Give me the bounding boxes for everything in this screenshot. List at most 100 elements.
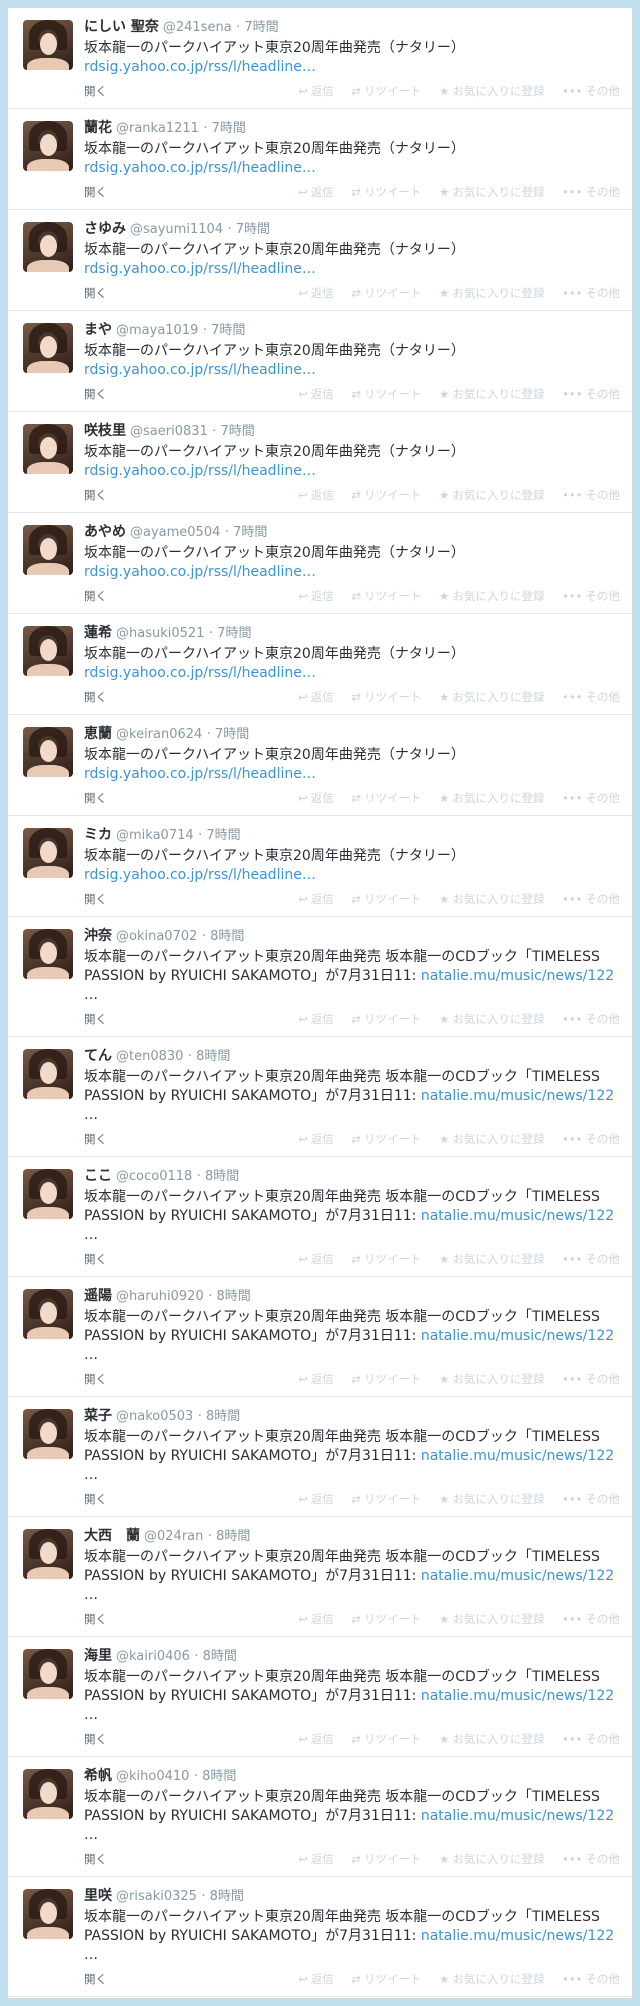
retweet-button[interactable]: ⇄ リツイート: [351, 1132, 421, 1146]
more-button[interactable]: ••• その他: [562, 1972, 620, 1986]
open-link[interactable]: 開く: [84, 1971, 107, 1987]
user-name[interactable]: 咲枝里: [84, 423, 126, 439]
tweet-time[interactable]: · 7時間: [203, 323, 246, 338]
user-name[interactable]: 恵蘭: [84, 726, 112, 742]
tweet-time[interactable]: · 7時間: [209, 626, 252, 641]
more-button[interactable]: ••• その他: [562, 589, 620, 603]
open-link[interactable]: 開く: [84, 184, 107, 200]
avatar[interactable]: [23, 626, 73, 676]
retweet-button[interactable]: ⇄ リツイート: [351, 1012, 421, 1026]
tweet-time[interactable]: · 7時間: [198, 828, 241, 843]
favorite-button[interactable]: ★ お気に入りに登録: [439, 387, 544, 401]
user-name[interactable]: ここ: [84, 1168, 112, 1184]
open-link[interactable]: 開く: [84, 285, 107, 301]
tweet-item[interactable]: ここ @coco0118 · 8時間 坂本龍一のパークハイアット東京20周年曲発売…: [8, 1157, 632, 1277]
tweet-item[interactable]: 沖奈 @okina0702 · 8時間 坂本龍一のパークハイアット東京20周年曲発…: [8, 917, 632, 1037]
avatar[interactable]: [23, 1889, 73, 1939]
open-link[interactable]: 開く: [84, 1251, 107, 1267]
retweet-button[interactable]: ⇄ リツイート: [351, 185, 421, 199]
tweet-item[interactable]: 海里 @kairi0406 · 8時間 坂本龍一のパークハイアット東京20周年曲発…: [8, 1637, 632, 1757]
reply-button[interactable]: ↩ 返信: [298, 1252, 334, 1266]
tweet-item[interactable]: 里咲 @risaki0325 · 8時間 坂本龍一のパークハイアット東京20周年曲…: [8, 1877, 632, 1997]
open-link[interactable]: 開く: [84, 1851, 107, 1867]
user-name[interactable]: 菜子: [84, 1408, 112, 1424]
favorite-button[interactable]: ★ お気に入りに登録: [439, 1252, 544, 1266]
tweet-item[interactable]: まや @maya1019 · 7時間 坂本龍一のパークハイアット東京20周年曲発売…: [8, 311, 632, 412]
reply-button[interactable]: ↩ 返信: [298, 589, 334, 603]
favorite-button[interactable]: ★ お気に入りに登録: [439, 589, 544, 603]
user-handle[interactable]: @saeri0831: [130, 424, 208, 439]
avatar[interactable]: [23, 1769, 73, 1819]
retweet-button[interactable]: ⇄ リツイート: [351, 488, 421, 502]
avatar[interactable]: [23, 20, 73, 70]
favorite-button[interactable]: ★ お気に入りに登録: [439, 690, 544, 704]
favorite-button[interactable]: ★ お気に入りに登録: [439, 791, 544, 805]
tweet-item[interactable]: さゆみ @sayumi1104 · 7時間 坂本龍一のパークハイアット東京20周年…: [8, 210, 632, 311]
reply-button[interactable]: ↩ 返信: [298, 1372, 334, 1386]
user-name[interactable]: てん: [84, 1048, 112, 1064]
open-link[interactable]: 開く: [84, 1011, 107, 1027]
tweet-link[interactable]: rdsig.yahoo.co.jp/rss/l/headline…: [84, 261, 316, 277]
user-name[interactable]: 蘭花: [84, 120, 112, 136]
tweet-time[interactable]: · 7時間: [212, 424, 255, 439]
avatar[interactable]: [23, 1649, 73, 1699]
retweet-button[interactable]: ⇄ リツイート: [351, 791, 421, 805]
user-handle[interactable]: @ranka1211: [116, 121, 199, 136]
reply-button[interactable]: ↩ 返信: [298, 488, 334, 502]
user-handle[interactable]: @kairi0406: [116, 1649, 190, 1664]
avatar[interactable]: [23, 1289, 73, 1339]
tweet-time[interactable]: · 8時間: [198, 1409, 241, 1424]
user-name[interactable]: 希帆: [84, 1768, 112, 1784]
tweet-link[interactable]: natalie.mu/music/news/122: [421, 968, 614, 984]
more-button[interactable]: ••• その他: [562, 84, 620, 98]
user-handle[interactable]: @keiran0624: [116, 727, 202, 742]
tweet-item[interactable]: 菜子 @nako0503 · 8時間 坂本龍一のパークハイアット東京20周年曲発売…: [8, 1397, 632, 1517]
favorite-button[interactable]: ★ お気に入りに登録: [439, 1132, 544, 1146]
retweet-button[interactable]: ⇄ リツイート: [351, 84, 421, 98]
user-handle[interactable]: @risaki0325: [116, 1889, 197, 1904]
tweet-time[interactable]: · 8時間: [188, 1049, 231, 1064]
open-link[interactable]: 開く: [84, 1131, 107, 1147]
tweet-item[interactable]: てん @ten0830 · 8時間 坂本龍一のパークハイアット東京20周年曲発売 …: [8, 1037, 632, 1157]
favorite-button[interactable]: ★ お気に入りに登録: [439, 1852, 544, 1866]
retweet-button[interactable]: ⇄ リツイート: [351, 892, 421, 906]
tweet-item[interactable]: 大西 蘭 @024ran · 8時間 坂本龍一のパークハイアット東京20周年曲発売…: [8, 1517, 632, 1637]
user-name[interactable]: 里咲: [84, 1888, 112, 1904]
user-name[interactable]: 大西 蘭: [84, 1528, 140, 1544]
reply-button[interactable]: ↩ 返信: [298, 1852, 334, 1866]
user-name[interactable]: さゆみ: [84, 221, 126, 237]
tweet-link[interactable]: rdsig.yahoo.co.jp/rss/l/headline…: [84, 160, 316, 176]
retweet-button[interactable]: ⇄ リツイート: [351, 1852, 421, 1866]
user-name[interactable]: 蓮希: [84, 625, 112, 641]
user-handle[interactable]: @haruhi0920: [116, 1289, 204, 1304]
more-button[interactable]: ••• その他: [562, 791, 620, 805]
user-name[interactable]: 沖奈: [84, 928, 112, 944]
open-link[interactable]: 開く: [84, 1611, 107, 1627]
user-handle[interactable]: @ayame0504: [130, 525, 220, 540]
tweet-time[interactable]: · 7時間: [227, 222, 270, 237]
retweet-button[interactable]: ⇄ リツイート: [351, 1492, 421, 1506]
tweet-link[interactable]: natalie.mu/music/news/122: [421, 1928, 614, 1944]
retweet-button[interactable]: ⇄ リツイート: [351, 1612, 421, 1626]
reply-button[interactable]: ↩ 返信: [298, 1012, 334, 1026]
reply-button[interactable]: ↩ 返信: [298, 286, 334, 300]
favorite-button[interactable]: ★ お気に入りに登録: [439, 185, 544, 199]
open-link[interactable]: 開く: [84, 1731, 107, 1747]
user-handle[interactable]: @maya1019: [116, 323, 198, 338]
retweet-button[interactable]: ⇄ リツイート: [351, 1732, 421, 1746]
user-name[interactable]: 遥陽: [84, 1288, 112, 1304]
avatar[interactable]: [23, 727, 73, 777]
open-link[interactable]: 開く: [84, 386, 107, 402]
tweet-time[interactable]: · 7時間: [207, 727, 250, 742]
more-button[interactable]: ••• その他: [562, 892, 620, 906]
tweet-item[interactable]: 咲枝里 @saeri0831 · 7時間 坂本龍一のパークハイアット東京20周年曲…: [8, 412, 632, 513]
open-link[interactable]: 開く: [84, 487, 107, 503]
user-name[interactable]: あやめ: [84, 524, 126, 540]
avatar[interactable]: [23, 828, 73, 878]
user-handle[interactable]: @kiho0410: [116, 1769, 189, 1784]
user-handle[interactable]: @sayumi1104: [130, 222, 223, 237]
more-button[interactable]: ••• その他: [562, 185, 620, 199]
favorite-button[interactable]: ★ お気に入りに登録: [439, 1972, 544, 1986]
tweet-link[interactable]: natalie.mu/music/news/122: [421, 1688, 614, 1704]
favorite-button[interactable]: ★ お気に入りに登録: [439, 892, 544, 906]
